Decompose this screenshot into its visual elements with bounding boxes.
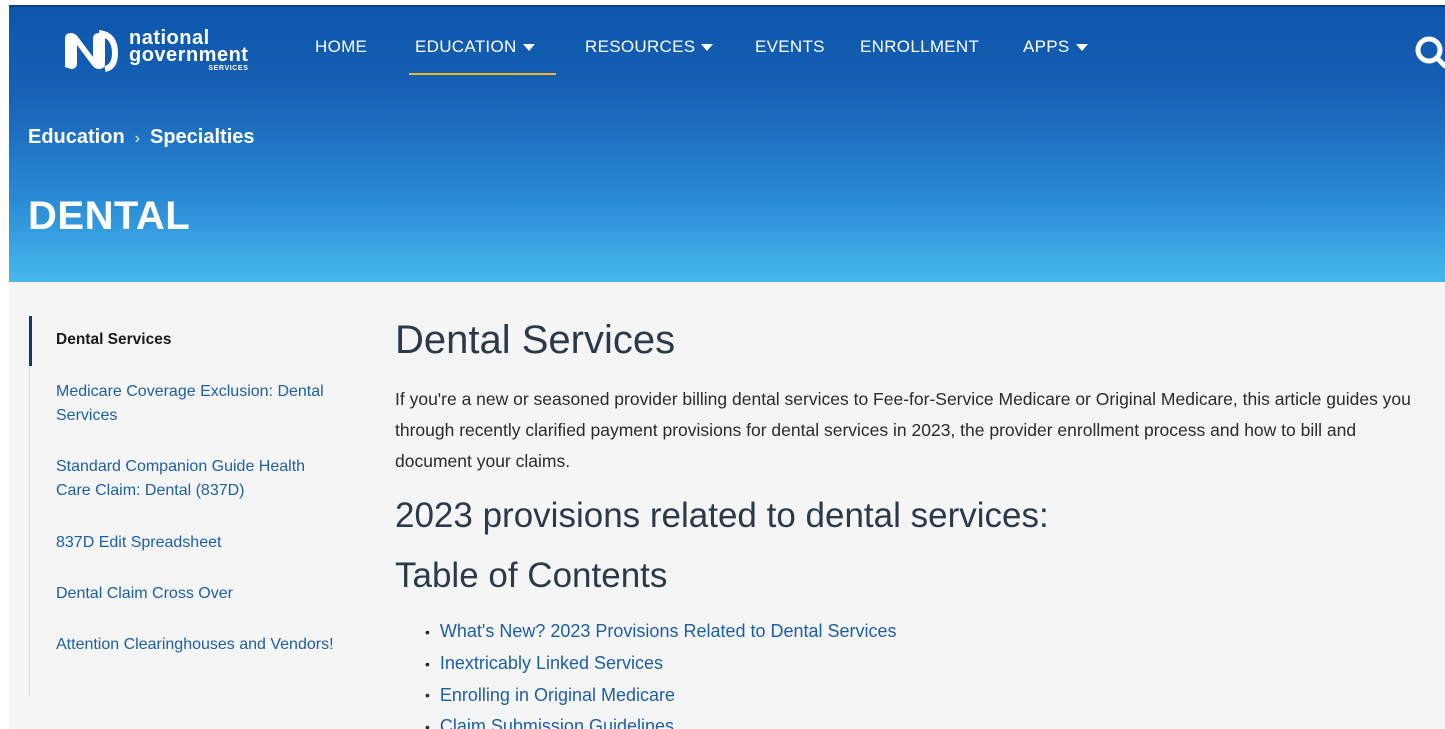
logo-line-2: government [129,43,249,66]
breadcrumb-specialties[interactable]: Specialties [150,126,255,148]
chevron-down-icon [701,44,714,52]
toc-link-enrolling[interactable]: Enrolling in Original Medicare [425,680,897,712]
nav-apps-label: APPS [1023,37,1070,56]
article-heading: Dental Services [395,318,676,362]
nav-home-label: HOME [315,37,368,56]
provisions-heading: 2023 provisions related to dental servic… [395,496,1049,535]
sidebar-item-claim-cross-over[interactable]: Dental Claim Cross Over [56,582,336,606]
sidebar-item-companion-guide[interactable]: Standard Companion Guide Health Care Cla… [56,455,336,503]
sidebar-item-clearinghouses[interactable]: Attention Clearinghouses and Vendors! [56,633,336,657]
nav-apps[interactable]: APPS [1023,37,1088,57]
nav-enrollment[interactable]: ENROLLMENT [860,37,979,57]
toc-heading: Table of Contents [395,556,668,595]
nav-active-underline [409,73,556,75]
sidebar-active-indicator [29,316,32,366]
chevron-down-icon [522,44,535,52]
article-intro: If you're a new or seasoned provider bil… [395,389,1411,471]
toc-link-whats-new[interactable]: What's New? 2023 Provisions Related to D… [425,616,897,648]
sidebar-item-edit-spreadsheet[interactable]: 837D Edit Spreadsheet [56,531,336,555]
toc-link-linked-services[interactable]: Inextricably Linked Services [425,648,897,680]
breadcrumb-separator: › [134,130,140,147]
nav-events-label: EVENTS [755,37,825,56]
breadcrumb-education[interactable]: Education [28,126,125,148]
sidebar: Dental Services Medicare Coverage Exclus… [29,316,334,696]
logo-text: national government SERVICES [129,28,249,73]
ngs-logo-icon [65,30,119,72]
page-header: national government SERVICES HOME EDUCAT… [9,5,1445,282]
nav-education[interactable]: EDUCATION [415,37,535,57]
site-logo[interactable]: national government SERVICES [59,27,248,75]
nav-resources-label: RESOURCES [585,37,696,56]
nav-education-label: EDUCATION [415,37,517,56]
nav-resources[interactable]: RESOURCES [585,37,714,57]
breadcrumb: Education › Specialties [28,126,255,149]
sidebar-item-dental-services[interactable]: Dental Services [56,328,336,352]
table-of-contents: What's New? 2023 Provisions Related to D… [425,616,897,729]
nav-events[interactable]: EVENTS [755,37,825,57]
content-area: Dental Services Medicare Coverage Exclus… [9,282,1445,729]
chevron-down-icon [1075,44,1088,52]
nav-home[interactable]: HOME [315,37,367,57]
nav-enrollment-label: ENROLLMENT [860,37,980,56]
toc-link-claim-submission[interactable]: Claim Submission Guidelines [425,711,897,729]
sidebar-item-coverage-exclusion[interactable]: Medicare Coverage Exclusion: Dental Serv… [56,380,336,428]
search-icon[interactable] [1411,35,1445,69]
page-title: DENTAL [28,194,191,238]
